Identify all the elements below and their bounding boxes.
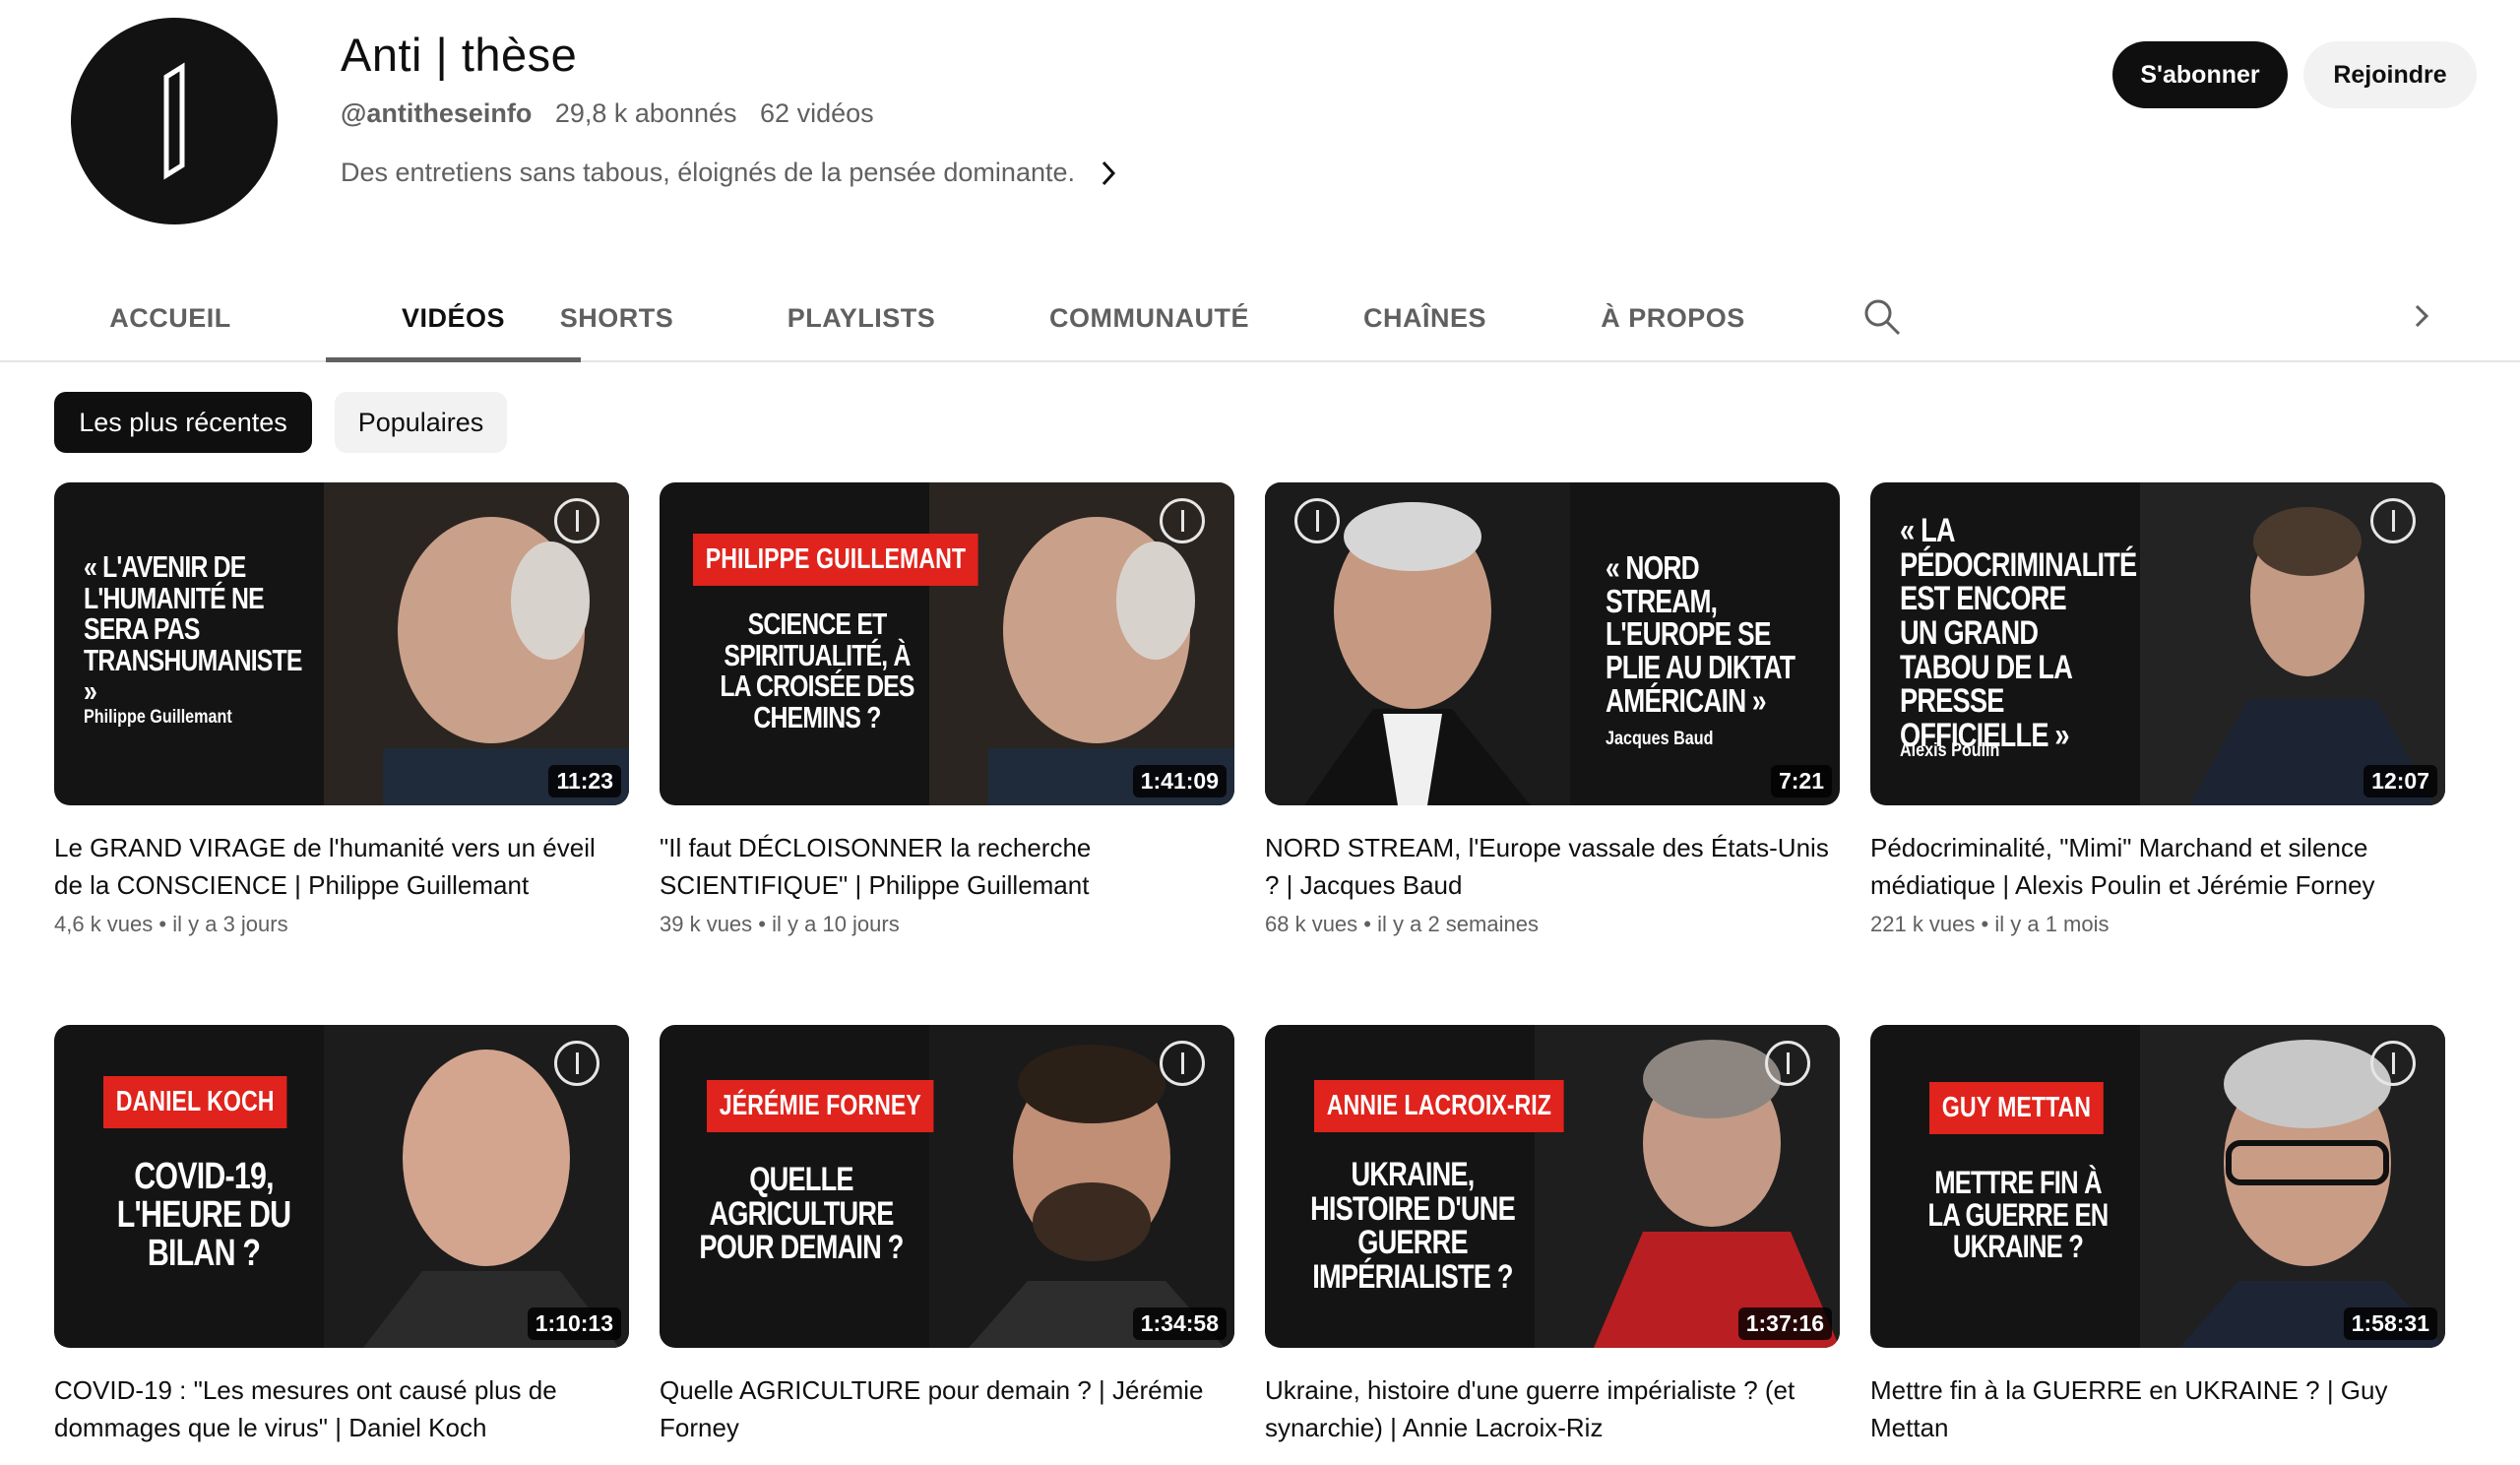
- thumbnail-quote: SCIENCE ET SPIRITUALITÉ, À LA CROISÉE DE…: [720, 606, 914, 734]
- thumbnail-name-tag: JÉRÉMIE FORNEY: [707, 1080, 934, 1132]
- video-duration: 1:58:31: [2343, 1307, 2437, 1340]
- thumbnail-credit: Jacques Baud: [1606, 729, 1714, 749]
- channel-tabs: ACCUEIL VIDÉOS SHORTS PLAYLISTS COMMUNAU…: [0, 276, 2520, 362]
- play-timer-icon: [2370, 1041, 2416, 1086]
- play-timer-icon: [1160, 498, 1205, 543]
- video-thumbnail[interactable]: « NORD STREAM, L'EUROPE SE PLIE AU DIKTA…: [1265, 482, 1840, 805]
- video-views: 68 k vues: [1265, 912, 1358, 936]
- video-card[interactable]: GUY METTAN METTRE FIN À LA GUERRE EN UKR…: [1870, 1025, 2445, 1446]
- thumbnail-name-tag: ANNIE LACROIX-RIZ: [1314, 1080, 1564, 1132]
- tab-communaute[interactable]: COMMUNAUTÉ: [1033, 276, 1266, 360]
- video-duration: 7:21: [1770, 765, 1832, 797]
- tab-accueil[interactable]: ACCUEIL: [93, 276, 248, 360]
- subscribe-button[interactable]: S'abonner: [2112, 41, 2288, 108]
- thumbnail-quote: METTRE FIN À LA GUERRE EN UKRAINE ?: [1927, 1165, 2110, 1265]
- video-card[interactable]: « NORD STREAM, L'EUROPE SE PLIE AU DIKTA…: [1265, 482, 1840, 937]
- thumbnail-name-tag: DANIEL KOCH: [103, 1076, 287, 1128]
- channel-handle: @antitheseinfo: [341, 98, 533, 128]
- chevron-right-icon: [1102, 160, 1116, 185]
- tab-chaines[interactable]: CHAÎNES: [1339, 276, 1511, 360]
- thumbnail-credit: Alexis Poulin: [1900, 740, 2000, 761]
- channel-name: Anti | thèse: [341, 29, 578, 81]
- video-count: 62 vidéos: [760, 98, 874, 128]
- video-thumbnail[interactable]: PHILIPPE GUILLEMANT SCIENCE ET SPIRITUAL…: [660, 482, 1234, 805]
- video-thumbnail[interactable]: GUY METTAN METTRE FIN À LA GUERRE EN UKR…: [1870, 1025, 2445, 1348]
- video-age: il y a 3 jours: [172, 912, 288, 936]
- video-title[interactable]: Ukraine, histoire d'une guerre impériali…: [1265, 1371, 1840, 1446]
- video-duration: 1:10:13: [527, 1307, 621, 1340]
- play-timer-icon: [1160, 1041, 1205, 1086]
- video-thumbnail[interactable]: JÉRÉMIE FORNEY QUELLE AGRICULTURE POUR D…: [660, 1025, 1234, 1348]
- video-views: 221 k vues: [1870, 912, 1976, 936]
- video-card[interactable]: ANNIE LACROIX-RIZ UKRAINE, HISTOIRE D'UN…: [1265, 1025, 1840, 1446]
- video-meta: 4,6 k vues • il y a 3 jours: [54, 912, 288, 936]
- video-duration: 12:07: [2363, 765, 2437, 797]
- video-meta: 68 k vues • il y a 2 semaines: [1265, 912, 1539, 936]
- video-age: il y a 10 jours: [772, 912, 900, 936]
- filter-chip-recent[interactable]: Les plus récentes: [54, 392, 312, 453]
- thumbnail-credit: Philippe Guillemant: [84, 707, 232, 728]
- video-title[interactable]: Le GRAND VIRAGE de l'humanité vers un év…: [54, 829, 629, 904]
- video-duration: 1:41:09: [1132, 765, 1227, 797]
- video-duration: 1:34:58: [1132, 1307, 1227, 1340]
- video-card[interactable]: « L'AVENIR DE L'HUMANITÉ NE SERA PAS TRA…: [54, 482, 629, 937]
- video-title[interactable]: Pédocriminalité, "Mimi" Marchand et sile…: [1870, 829, 2445, 904]
- video-age: il y a 2 semaines: [1377, 912, 1539, 936]
- video-thumbnail[interactable]: DANIEL KOCH COVID-19, L'HEURE DU BILAN ?…: [54, 1025, 629, 1348]
- chevron-right-icon[interactable]: [2410, 301, 2433, 331]
- thumbnail-quote: « LA PÉDOCRIMINALITÉ EST ENCORE UN GRAND…: [1900, 512, 2137, 755]
- channel-header: Anti | thèse @antitheseinfo 29,8 k abonn…: [0, 0, 2520, 236]
- tab-shorts[interactable]: SHORTS: [545, 276, 688, 360]
- tab-playlists[interactable]: PLAYLISTS: [763, 276, 960, 360]
- play-timer-icon: [554, 498, 599, 543]
- video-card[interactable]: PHILIPPE GUILLEMANT SCIENCE ET SPIRITUAL…: [660, 482, 1234, 937]
- video-meta: 39 k vues • il y a 10 jours: [660, 912, 900, 936]
- video-thumbnail[interactable]: ANNIE LACROIX-RIZ UKRAINE, HISTOIRE D'UN…: [1265, 1025, 1840, 1348]
- thumbnail-quote: QUELLE AGRICULTURE POUR DEMAIN ?: [699, 1161, 904, 1267]
- video-views: 4,6 k vues: [54, 912, 154, 936]
- filter-chip-popular[interactable]: Populaires: [335, 392, 507, 453]
- play-timer-icon: [2370, 498, 2416, 543]
- thumbnail-name-tag: GUY METTAN: [1929, 1082, 2104, 1134]
- video-duration: 1:37:16: [1737, 1307, 1832, 1340]
- video-card[interactable]: DANIEL KOCH COVID-19, L'HEURE DU BILAN ?…: [54, 1025, 629, 1446]
- video-thumbnail[interactable]: « LA PÉDOCRIMINALITÉ EST ENCORE UN GRAND…: [1870, 482, 2445, 805]
- play-timer-icon: [554, 1041, 599, 1086]
- video-title[interactable]: Quelle AGRICULTURE pour demain ? | Jérém…: [660, 1371, 1234, 1446]
- channel-avatar[interactable]: [71, 18, 278, 224]
- subscriber-count: 29,8 k abonnés: [554, 98, 737, 128]
- video-card[interactable]: « LA PÉDOCRIMINALITÉ EST ENCORE UN GRAND…: [1870, 482, 2445, 937]
- channel-logo-icon: [163, 62, 185, 180]
- thumbnail-quote: COVID-19, L'HEURE DU BILAN ?: [116, 1156, 291, 1274]
- thumbnail-name-tag: PHILIPPE GUILLEMANT: [693, 534, 978, 586]
- thumbnail-quote: « L'AVENIR DE L'HUMANITÉ NE SERA PAS TRA…: [84, 549, 302, 709]
- video-card[interactable]: JÉRÉMIE FORNEY QUELLE AGRICULTURE POUR D…: [660, 1025, 1234, 1446]
- tab-a-propos[interactable]: À PROPOS: [1587, 276, 1759, 360]
- video-age: il y a 1 mois: [1994, 912, 2110, 936]
- play-timer-icon: [1765, 1041, 1810, 1086]
- video-title[interactable]: COVID-19 : "Les mesures ont causé plus d…: [54, 1371, 629, 1446]
- video-title[interactable]: Mettre fin à la GUERRE en UKRAINE ? | Gu…: [1870, 1371, 2445, 1446]
- video-views: 39 k vues: [660, 912, 753, 936]
- join-button[interactable]: Rejoindre: [2303, 41, 2477, 108]
- channel-description[interactable]: Des entretiens sans tabous, éloignés de …: [341, 158, 1118, 188]
- video-title[interactable]: NORD STREAM, l'Europe vassale des États-…: [1265, 829, 1840, 904]
- thumbnail-quote: « NORD STREAM, L'EUROPE SE PLIE AU DIKTA…: [1606, 549, 1796, 719]
- play-timer-icon: [1294, 498, 1340, 543]
- channel-meta: @antitheseinfo 29,8 k abonnés 62 vidéos: [341, 98, 874, 129]
- video-title[interactable]: "Il faut DÉCLOISONNER la recherche SCIEN…: [660, 829, 1234, 904]
- search-icon[interactable]: [1862, 297, 1902, 337]
- video-meta: 221 k vues • il y a 1 mois: [1870, 912, 2110, 936]
- video-duration: 11:23: [548, 765, 621, 797]
- thumbnail-quote: UKRAINE, HISTOIRE D'UNE GUERRE IMPÉRIALI…: [1310, 1156, 1516, 1297]
- tab-videos[interactable]: VIDÉOS: [326, 276, 581, 362]
- channel-description-text: Des entretiens sans tabous, éloignés de …: [341, 158, 1075, 187]
- video-thumbnail[interactable]: « L'AVENIR DE L'HUMANITÉ NE SERA PAS TRA…: [54, 482, 629, 805]
